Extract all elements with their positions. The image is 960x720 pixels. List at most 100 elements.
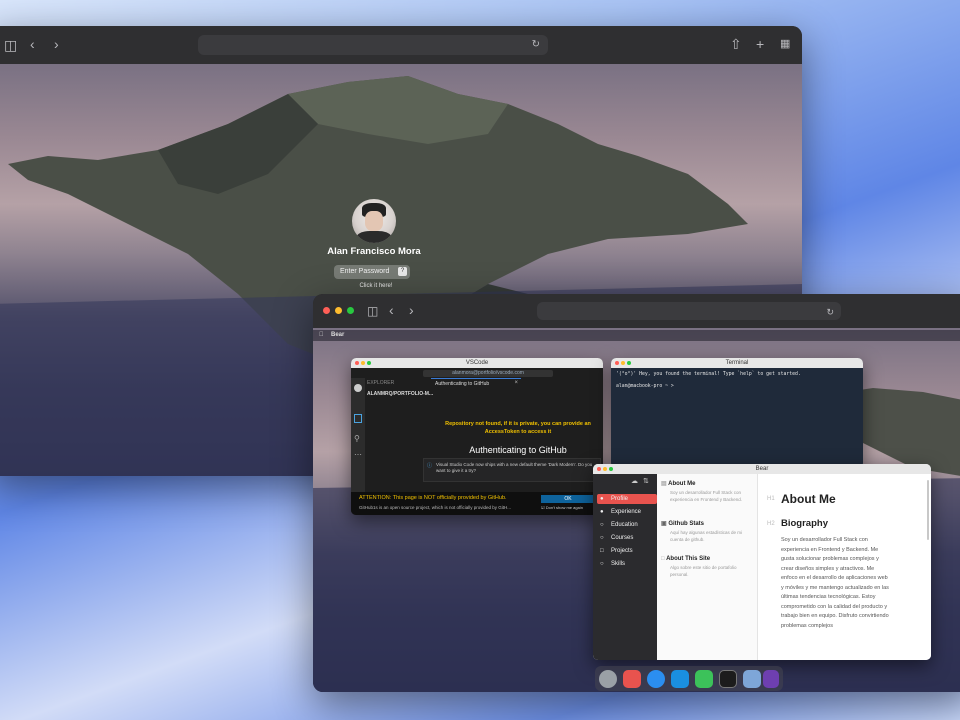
ok-button[interactable]: OK <box>541 495 595 503</box>
editor-tab[interactable]: Authenticating to GitHub × <box>431 378 521 389</box>
check-circle-icon: ○ <box>600 535 604 541</box>
os-menubar:  Bear <box>313 330 960 341</box>
close-tab-icon[interactable]: × <box>514 380 518 386</box>
dont-show-checkbox[interactable]: ☑ Don't show me again <box>541 505 583 510</box>
note-heading: About Me <box>781 492 836 506</box>
explorer-label: EXPLORER <box>367 380 395 386</box>
sidebar-item-label: Education <box>611 522 638 528</box>
forward-arrow-icon[interactable]: › <box>409 303 414 317</box>
bear-app-icon[interactable] <box>623 670 641 688</box>
facetime-icon[interactable] <box>695 670 713 688</box>
login-hint[interactable]: Click it here! <box>334 283 418 289</box>
briefcase-icon: ● <box>600 509 604 515</box>
note-title: About This Site <box>666 556 711 562</box>
submit-arrow-icon[interactable]: ? <box>398 267 407 276</box>
sidebar-item-label: Courses <box>611 535 634 541</box>
minimize-button[interactable] <box>361 361 365 365</box>
apple-icon[interactable]:  <box>319 330 324 341</box>
maximize-button[interactable] <box>347 307 354 314</box>
check-circle-icon: ○ <box>600 522 604 528</box>
sidebar-item-skills[interactable]: ○ Skills <box>597 559 657 569</box>
note-subheading: Biography <box>781 518 828 529</box>
back-arrow-icon[interactable]: ‹ <box>389 303 394 317</box>
window-title: VSCode <box>465 360 489 366</box>
vscode-command-center[interactable]: alanmora@portfolio/vscode.com <box>423 370 553 377</box>
login-username: Alan Francisco Mora <box>327 246 421 257</box>
window-title: Terminal <box>725 360 749 366</box>
note-body: Soy un desarrollador Full Stack con expe… <box>781 537 889 629</box>
launchpad-icon[interactable] <box>599 670 617 688</box>
info-icon: ⓘ <box>427 463 433 469</box>
sidebar-item-education[interactable]: ○ Education <box>597 520 657 530</box>
vscode-app-icon[interactable] <box>671 670 689 688</box>
github-app-icon[interactable] <box>763 670 779 688</box>
github-icon[interactable] <box>354 384 362 392</box>
password-placeholder: Enter Password <box>340 268 390 275</box>
reload-icon[interactable]: ↻ <box>532 38 540 52</box>
browser-toolbar: ◫ ‹ › ↻ ⇧ + ▦ <box>0 26 802 65</box>
window-titlebar: Bear <box>593 464 931 474</box>
close-button[interactable] <box>323 307 330 314</box>
share-icon[interactable]: ⇧ <box>730 37 742 51</box>
more-icon[interactable]: ⋯ <box>354 450 362 459</box>
back-arrow-icon[interactable]: ‹ <box>30 37 35 51</box>
sidebar-item-profile[interactable]: ● Profile <box>597 494 657 504</box>
files-icon[interactable] <box>354 414 362 423</box>
cloud-icon[interactable]: ☁ <box>631 477 638 485</box>
note-item[interactable]: □ About This Site Algo sobre este sitio … <box>661 556 755 578</box>
forward-arrow-icon[interactable]: › <box>54 37 59 51</box>
window-title: Bear <box>755 466 769 472</box>
user-avatar[interactable] <box>352 199 396 243</box>
sidebar-toggle-icon[interactable]: ◫ <box>4 38 17 52</box>
search-icon[interactable]: ⚲ <box>354 434 360 443</box>
minimize-button[interactable] <box>335 307 342 314</box>
reload-icon[interactable]: ↻ <box>826 305 834 319</box>
close-button[interactable] <box>355 361 359 365</box>
sidebar-toggle-icon[interactable]: ◫ <box>367 304 378 318</box>
safari-icon[interactable] <box>647 670 665 688</box>
sidebar-item-experience[interactable]: ● Experience <box>597 507 657 517</box>
address-bar[interactable]: ↻ <box>198 35 548 55</box>
new-tab-icon[interactable]: + <box>756 37 764 51</box>
bear-window: Bear ☁ ⇅ ● Profile ● Experience ○ Educat… <box>593 464 931 660</box>
tab-overview-icon[interactable]: ▦ <box>780 37 790 51</box>
close-button[interactable] <box>597 467 601 471</box>
sidebar-item-courses[interactable]: ○ Courses <box>597 533 657 543</box>
desktop: { "back_browser": { "login": { "user_nam… <box>0 0 960 720</box>
preview-icon[interactable] <box>743 670 761 688</box>
dock <box>595 666 783 691</box>
note-title: About Me <box>668 481 696 487</box>
minimize-button[interactable] <box>603 467 607 471</box>
theme-notification: ⓘ Visual Studio Code now ships with a ne… <box>423 458 601 482</box>
note-snippet: Aquí hay algunas estadísticas de mi cuen… <box>670 530 743 542</box>
maximize-button[interactable] <box>627 361 631 365</box>
sidebar-item-projects[interactable]: □ Projects <box>597 546 657 556</box>
check-circle-icon: ○ <box>600 561 604 567</box>
attention-body: GitHub1s is an open source project, whic… <box>359 505 511 510</box>
notes-list: ▤ About Me Soy un desarrollador Full Sta… <box>657 474 758 660</box>
scrollbar[interactable] <box>927 480 929 540</box>
folder-label[interactable]: ALANMRQ/PORTFOLIO-M... <box>367 391 439 397</box>
window-titlebar: Terminal <box>611 358 863 368</box>
filter-icon[interactable]: ⇅ <box>643 477 649 485</box>
note-editor[interactable]: H1 About Me H2 Biography Soy un desarrol… <box>759 474 931 660</box>
minimize-button[interactable] <box>621 361 625 365</box>
menubar-app-name[interactable]: Bear <box>331 330 344 341</box>
terminal-welcome: '(°o°)' Hey, you found the terminal! Typ… <box>616 372 801 377</box>
h2-marker: H2 <box>767 521 775 527</box>
attention-banner: ATTENTION: This page is NOT officially p… <box>351 492 603 515</box>
note-doc-icon: ▣ <box>661 521 667 527</box>
theme-notice-text: Visual Studio Code now ships with a new … <box>436 462 593 473</box>
terminal-prompt[interactable]: alan@macbook-pro ~ > <box>616 384 674 389</box>
close-button[interactable] <box>615 361 619 365</box>
note-title: Github Stats <box>668 521 705 527</box>
editor-tab-label: Authenticating to GitHub <box>435 381 490 387</box>
maximize-button[interactable] <box>609 467 613 471</box>
password-input[interactable]: Enter Password ? <box>334 265 410 279</box>
maximize-button[interactable] <box>367 361 371 365</box>
terminal-app-icon[interactable] <box>719 670 737 688</box>
note-item[interactable]: ▤ About Me Soy un desarrollador Full Sta… <box>661 480 755 503</box>
address-bar[interactable]: ↻ <box>537 302 841 320</box>
note-item[interactable]: ▣ Github Stats Aquí hay algunas estadíst… <box>661 520 755 543</box>
sidebar-item-label: Experience <box>611 509 642 515</box>
